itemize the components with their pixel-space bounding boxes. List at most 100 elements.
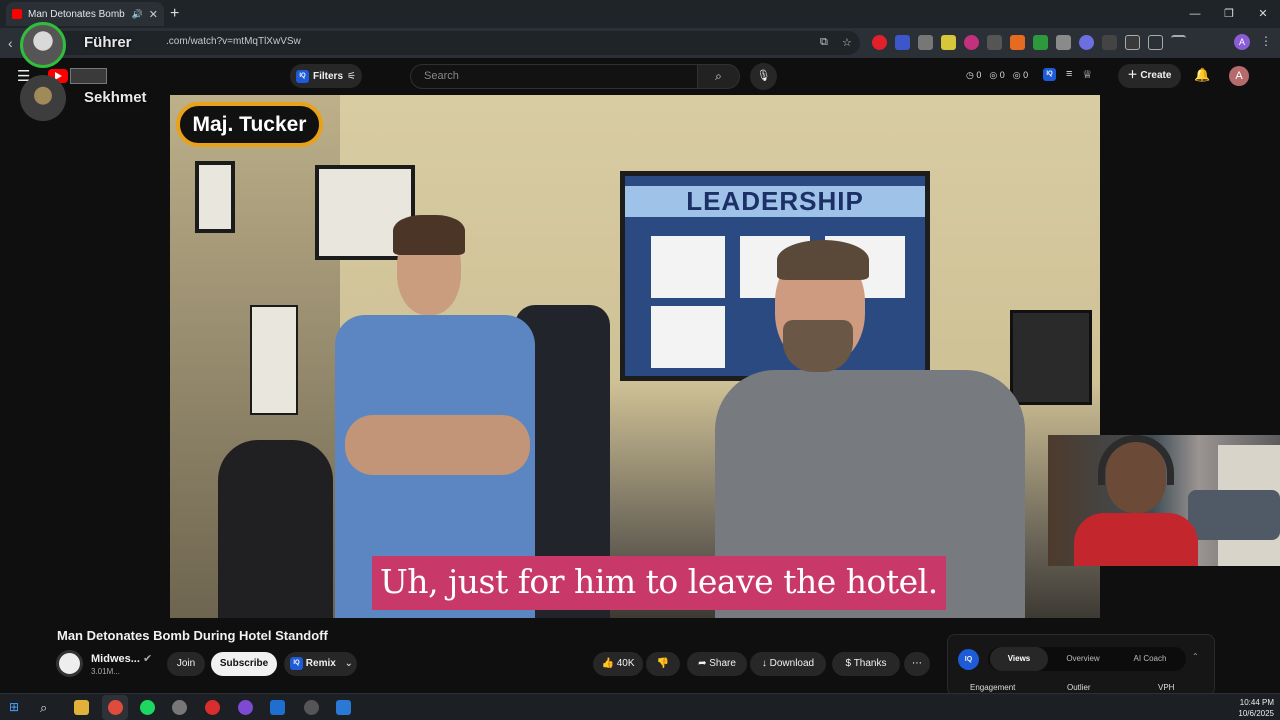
profile-avatar[interactable]: A <box>1234 34 1250 50</box>
overlay-username-1: Führer <box>84 34 132 51</box>
extension-icon[interactable] <box>1102 35 1117 50</box>
search-input[interactable]: Search <box>410 64 698 89</box>
thumbs-up-icon: 👍 <box>601 658 614 669</box>
channel-name[interactable]: Midwes... ✔ <box>91 652 152 665</box>
vidiq-icon: IQ <box>958 649 979 670</box>
subscribe-button[interactable]: Subscribe <box>211 652 277 676</box>
notifications-bell-icon[interactable]: 🔔 <box>1194 67 1210 83</box>
overlay-avatar-2 <box>20 75 66 121</box>
filters-button[interactable]: IQ Filters ⚟ <box>290 64 362 88</box>
extensions-bar <box>872 35 1186 50</box>
list-icon[interactable]: ≡ <box>1066 68 1072 81</box>
windows-start-icon[interactable]: ⊞ <box>9 700 24 715</box>
trophy-icon[interactable]: ♕ <box>1082 68 1092 81</box>
download-button[interactable]: ↓ Download <box>750 652 826 676</box>
remix-button[interactable]: IQ Remix ⌄ <box>284 652 357 676</box>
extension-icon[interactable] <box>1079 35 1094 50</box>
clock-time: 10:44 PM <box>1239 698 1274 707</box>
window-controls: — ❐ ✕ <box>1178 0 1280 28</box>
sliders-icon: ⚟ <box>347 70 356 82</box>
browser-menu-icon[interactable]: ⋮ <box>1260 34 1272 48</box>
reading-list-icon[interactable] <box>1171 35 1186 50</box>
filters-label: Filters <box>313 70 344 82</box>
vidiq-icon[interactable]: IQ <box>1043 68 1056 81</box>
headphones-icon <box>1098 435 1174 485</box>
side-panel-icon[interactable] <box>1148 35 1163 50</box>
wall-picture <box>195 161 235 233</box>
thanks-button[interactable]: $ Thanks <box>832 652 900 676</box>
close-tab-icon[interactable]: ✕ <box>149 8 158 21</box>
microphone-icon: 🎙 <box>756 70 771 82</box>
bookmark-star-icon[interactable]: ☆ <box>842 36 852 49</box>
app-icon[interactable] <box>238 700 253 715</box>
extension-icon[interactable] <box>964 35 979 50</box>
extension-icon[interactable] <box>987 35 1002 50</box>
search-button[interactable]: ⌕ <box>697 64 740 89</box>
board-paper <box>651 236 725 298</box>
header-tools: IQ ≡ ♕ <box>1043 68 1092 81</box>
overlay-avatar-1 <box>20 22 66 68</box>
clock-stat: ◷ 0 <box>966 70 982 80</box>
channel-avatar[interactable] <box>56 650 83 677</box>
chevron-down-icon: ⌄ <box>344 658 353 669</box>
new-tab-button[interactable]: + <box>170 5 179 23</box>
app-icon[interactable] <box>336 700 351 715</box>
address-bar[interactable]: .com/watch?v=mtMqTlXwVSw ⧉ ☆ <box>30 31 860 55</box>
chrome-icon[interactable] <box>108 700 123 715</box>
extension-icon[interactable] <box>1056 35 1071 50</box>
file-explorer-icon[interactable] <box>74 700 89 715</box>
wall-poster <box>250 305 298 415</box>
extension-icon[interactable] <box>872 35 887 50</box>
app-icon[interactable] <box>172 700 187 715</box>
install-app-icon[interactable]: ⧉ <box>820 36 828 49</box>
dislike-button[interactable]: 👎 <box>646 652 680 676</box>
extension-icon[interactable] <box>1033 35 1048 50</box>
video-player[interactable]: LEADERSHIP Maj. Tucker Uh, just for him … <box>170 95 1100 618</box>
more-actions-button[interactable]: ⋯ <box>904 652 930 676</box>
tab-overview[interactable]: Overview <box>1052 647 1114 671</box>
close-window-button[interactable]: ✕ <box>1246 0 1280 28</box>
join-button[interactable]: Join <box>167 652 205 676</box>
spotify-icon[interactable] <box>140 700 155 715</box>
speaker-icon[interactable]: 🔊 <box>132 9 143 20</box>
minimize-button[interactable]: — <box>1178 0 1212 28</box>
search-icon[interactable]: ⌕ <box>40 700 55 715</box>
voice-search-button[interactable]: 🎙 <box>750 63 777 90</box>
app-icon[interactable] <box>205 700 220 715</box>
create-button[interactable]: ＋ Create <box>1118 64 1181 88</box>
vidiq-stats-panel: IQ Views Overview AI Coach ⌃ Engagement … <box>947 634 1215 696</box>
app-icon[interactable] <box>270 700 285 715</box>
browser-tab[interactable]: Man Detonates Bomb During Hotel Standoff… <box>6 2 164 26</box>
restore-button[interactable]: ❐ <box>1212 0 1246 28</box>
windows-taskbar: ⊞ ⌕ 10:44 PM 10/6/2025 <box>0 693 1280 720</box>
column-engagement: Engagement <box>970 683 1016 692</box>
extension-icon[interactable] <box>918 35 933 50</box>
extension-icon[interactable] <box>1010 35 1025 50</box>
collapse-chevron-icon[interactable]: ⌃ <box>1192 652 1199 661</box>
share-button[interactable]: ➦ Share <box>687 652 747 676</box>
eye-stat: ◎ 0 <box>989 70 1005 80</box>
remix-label: Remix <box>305 658 336 669</box>
video-title: Man Detonates Bomb During Hotel Standoff <box>57 628 328 643</box>
account-avatar[interactable]: A <box>1229 66 1249 86</box>
extension-icon[interactable] <box>941 35 956 50</box>
extensions-puzzle-icon[interactable] <box>1125 35 1140 50</box>
browser-toolbar: ‹ .com/watch?v=mtMqTlXwVSw ⧉ ☆ A ⋮ <box>0 28 1280 58</box>
like-button[interactable]: 👍 40K <box>593 652 643 676</box>
extension-icon[interactable] <box>895 35 910 50</box>
youtube-header: ☰ IQ Filters ⚟ Search ⌕ 🎙 ◷ 0 ◎ 0 ◎ 0 IQ… <box>0 58 1280 94</box>
url-text: .com/watch?v=mtMqTlXwVSw <box>166 36 301 47</box>
video-caption: Uh, just for him to leave the hotel. <box>372 556 946 610</box>
youtube-favicon-icon <box>12 9 22 19</box>
subscriber-count: 3.01M... <box>91 667 120 676</box>
taskbar-clock[interactable]: 10:44 PM 10/6/2025 <box>1238 697 1274 719</box>
back-button[interactable]: ‹ <box>8 35 13 51</box>
view-stat: ◎ 0 <box>1012 70 1029 80</box>
browser-tabstrip: Man Detonates Bomb During Hotel Standoff… <box>0 0 1280 28</box>
clock-date: 10/6/2025 <box>1238 709 1274 718</box>
tab-title: Man Detonates Bomb During Hotel Standoff <box>28 8 126 20</box>
tab-ai-coach[interactable]: AI Coach <box>1118 647 1182 671</box>
obs-icon[interactable] <box>304 700 319 715</box>
vidiq-icon: IQ <box>296 69 309 83</box>
tab-views[interactable]: Views <box>990 647 1048 671</box>
